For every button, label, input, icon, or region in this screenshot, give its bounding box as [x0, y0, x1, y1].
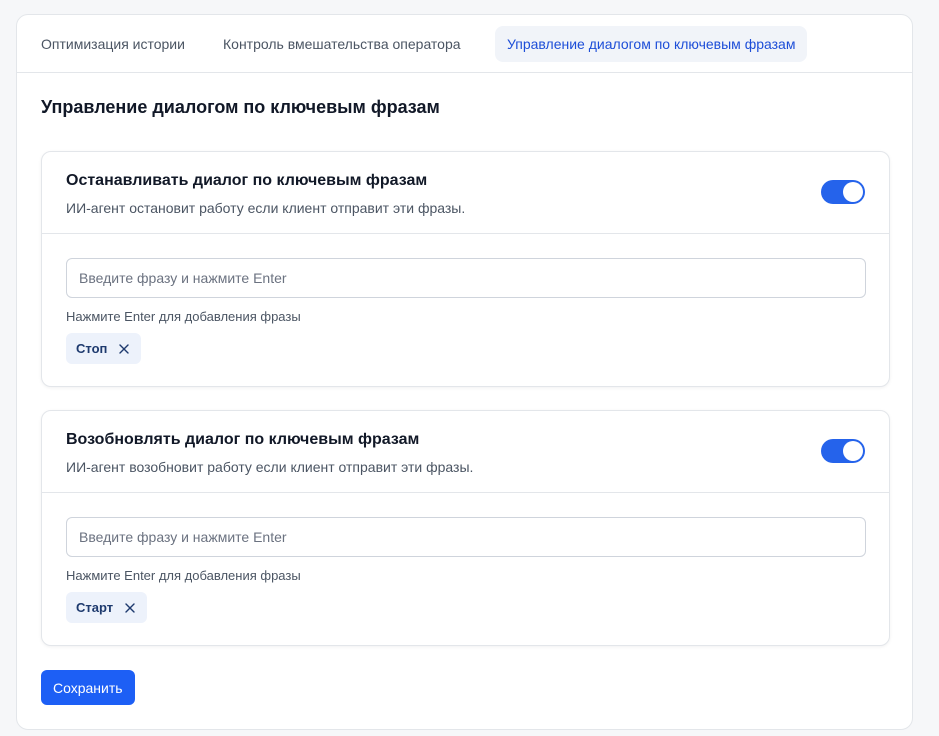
phrase-chip: Стоп: [66, 333, 142, 364]
close-icon[interactable]: [123, 601, 137, 615]
tab-bar: Оптимизация истории Контроль вмешательст…: [17, 15, 912, 73]
card-description: ИИ-агент возобновит работу если клиент о…: [66, 459, 474, 475]
input-hint: Нажмите Enter для добавления фразы: [66, 309, 301, 324]
section-title: Управление диалогом по ключевым фразам: [41, 97, 440, 117]
resume-keywords-card: Возобновлять диалог по ключевым фразам И…: [41, 410, 890, 646]
chip-label: Старт: [76, 600, 114, 615]
card-title: Возобновлять диалог по ключевым фразам: [66, 431, 420, 448]
close-icon[interactable]: [117, 342, 131, 356]
stop-keywords-card: Останавливать диалог по ключевым фразам …: [41, 151, 890, 387]
resume-keywords-toggle[interactable]: [821, 439, 865, 463]
card-header: Останавливать диалог по ключевым фразам …: [42, 152, 889, 234]
tab-history-optimization[interactable]: Оптимизация истории: [29, 26, 197, 62]
resume-phrase-input[interactable]: [66, 517, 866, 557]
tab-keyword-dialog-control[interactable]: Управление диалогом по ключевым фразам: [495, 26, 808, 62]
card-description: ИИ-агент остановит работу если клиент от…: [66, 200, 466, 216]
card-title: Останавливать диалог по ключевым фразам: [66, 172, 428, 189]
save-button[interactable]: Сохранить: [41, 670, 135, 705]
stop-keywords-toggle[interactable]: [821, 180, 865, 204]
phrase-chip: Старт: [66, 592, 148, 623]
input-hint: Нажмите Enter для добавления фразы: [66, 568, 301, 583]
toggle-knob: [843, 441, 863, 461]
card-header: Возобновлять диалог по ключевым фразам И…: [42, 411, 889, 493]
settings-panel: Оптимизация истории Контроль вмешательст…: [16, 14, 913, 730]
stop-phrase-input[interactable]: [66, 258, 866, 298]
toggle-knob: [843, 182, 863, 202]
tab-operator-intervention[interactable]: Контроль вмешательства оператора: [211, 26, 473, 62]
chip-label: Стоп: [76, 341, 108, 356]
